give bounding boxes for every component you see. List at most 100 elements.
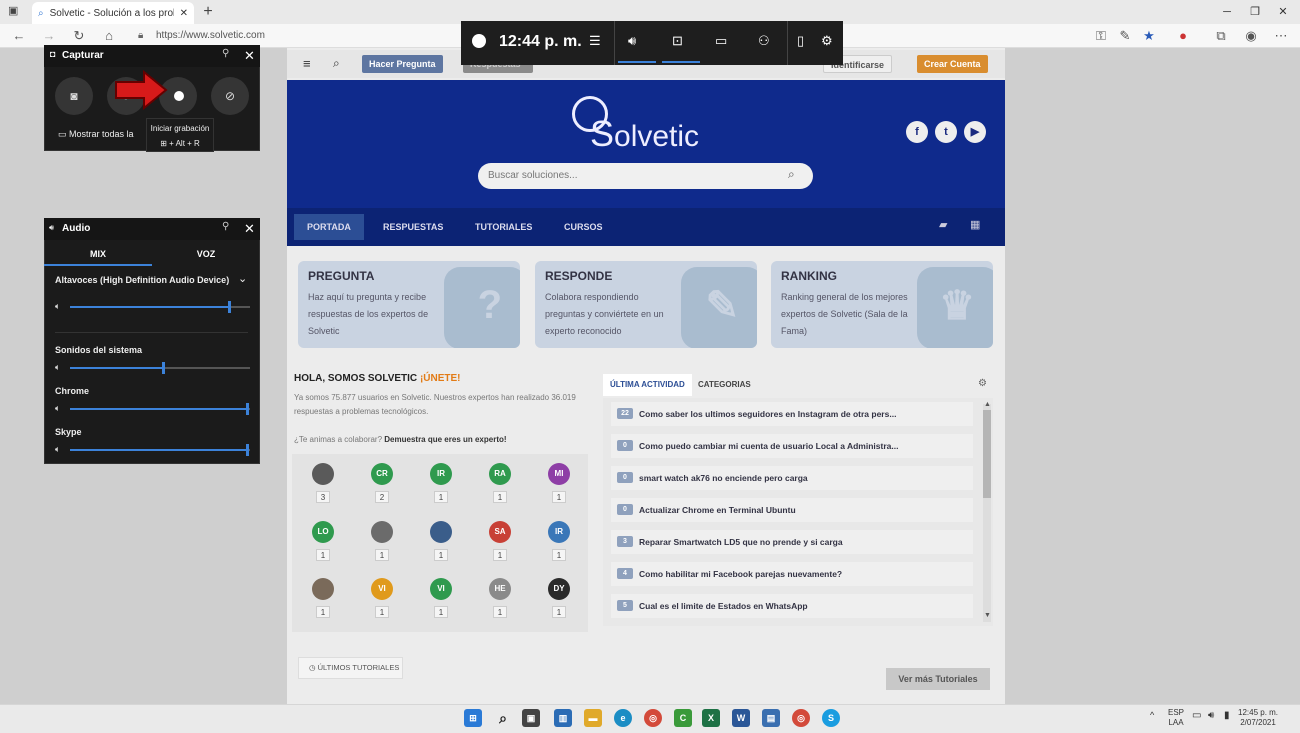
search-taskbar-icon[interactable]: ⌕ bbox=[494, 709, 512, 727]
ask-question-button[interactable]: Hacer Pregunta bbox=[362, 55, 443, 73]
address-bar[interactable]: https://www.solvetic.com bbox=[130, 27, 330, 45]
hamburger-menu-icon[interactable]: ≡ bbox=[303, 56, 311, 71]
close-window-icon[interactable]: ✕ bbox=[1274, 3, 1292, 21]
card-ranking[interactable]: ♛ RANKING Ranking general de los mejores… bbox=[771, 261, 993, 348]
activity-item[interactable]: 0 Como puedo cambiar mi cuenta de usuario… bbox=[611, 434, 973, 458]
nav-portada[interactable]: PORTADA bbox=[294, 214, 364, 240]
windows-start-icon[interactable]: ⊞ bbox=[464, 709, 482, 727]
screenshot-button[interactable]: ◙ bbox=[55, 77, 93, 115]
calendar-icon[interactable]: ▦ bbox=[970, 218, 980, 231]
scrollbar-thumb[interactable] bbox=[983, 410, 991, 498]
slider-thumb[interactable] bbox=[246, 444, 249, 456]
xbox-icon[interactable] bbox=[472, 34, 486, 48]
user-avatar[interactable]: VI 1 bbox=[370, 578, 394, 618]
activity-item[interactable]: 4 Como habilitar mi Facebook parejas nuev… bbox=[611, 562, 973, 586]
user-avatar[interactable]: 3 bbox=[311, 463, 335, 503]
user-avatar[interactable]: 1 bbox=[311, 578, 335, 618]
chevron-down-icon[interactable]: ⌄ bbox=[238, 272, 247, 285]
user-avatar[interactable]: 1 bbox=[429, 521, 453, 561]
user-avatar[interactable]: DY 1 bbox=[547, 578, 571, 618]
folder-icon[interactable]: ▰ bbox=[939, 218, 947, 231]
tab-voz[interactable]: VOZ bbox=[152, 244, 260, 266]
tab-mix[interactable]: MIX bbox=[44, 244, 152, 266]
favorites-icon[interactable]: ★ bbox=[1140, 27, 1158, 45]
taskbar-clock[interactable]: 12:45 p. m. 2/07/2021 bbox=[1238, 708, 1278, 728]
close-icon[interactable]: ✕ bbox=[244, 48, 255, 64]
scroll-down-icon[interactable]: ▼ bbox=[984, 612, 991, 619]
site-logo[interactable]: Solvetic bbox=[570, 95, 730, 154]
extension-icon[interactable]: ● bbox=[1174, 27, 1192, 45]
social-widget-icon[interactable]: ⚇ bbox=[758, 33, 770, 49]
pin-icon[interactable]: ⚲ bbox=[222, 221, 229, 232]
network-icon[interactable]: ▭ bbox=[1192, 710, 1201, 721]
user-avatar[interactable]: CR 2 bbox=[370, 463, 394, 503]
home-icon[interactable]: ⌂ bbox=[100, 27, 118, 45]
nav-respuestas[interactable]: RESPUESTAS bbox=[370, 214, 456, 240]
battery-icon[interactable]: ▮ bbox=[1224, 710, 1230, 721]
settings-icon[interactable]: ⚙ bbox=[821, 33, 833, 49]
activity-item[interactable]: 22 Como saber los ultimos seguidores en I… bbox=[611, 402, 973, 426]
new-tab-icon[interactable]: + bbox=[198, 3, 218, 21]
mic-off-button[interactable]: ⊘ bbox=[211, 77, 249, 115]
user-avatar[interactable]: LO 1 bbox=[311, 521, 335, 561]
minimize-icon[interactable]: ─ bbox=[1218, 3, 1236, 21]
ultimos-tutoriales-tab[interactable]: ◷ ÚLTIMOS TUTORIALES bbox=[298, 657, 403, 679]
app-volume-slider[interactable] bbox=[70, 403, 250, 415]
app-volume-slider[interactable] bbox=[70, 362, 250, 374]
user-avatar[interactable]: 1 bbox=[370, 521, 394, 561]
restore-icon[interactable]: ❐ bbox=[1246, 3, 1264, 21]
word-icon[interactable]: W bbox=[732, 709, 750, 727]
forward-icon[interactable]: → bbox=[40, 27, 58, 45]
site-search-input[interactable]: Buscar soluciones... bbox=[478, 163, 813, 189]
master-volume-slider[interactable] bbox=[70, 301, 250, 313]
youtube-icon[interactable]: ▶ bbox=[964, 121, 986, 143]
expert-link[interactable]: Demuestra que eres un experto! bbox=[384, 435, 506, 444]
excel-icon[interactable]: X bbox=[702, 709, 720, 727]
capture-widget-icon[interactable]: ⊡ bbox=[672, 33, 683, 49]
edit-icon[interactable]: ✎ bbox=[1116, 27, 1134, 45]
reload-icon[interactable]: ↻ bbox=[70, 27, 88, 45]
skype-icon[interactable]: S bbox=[822, 709, 840, 727]
slider-thumb[interactable] bbox=[246, 403, 249, 415]
file-explorer-icon[interactable]: ▬ bbox=[584, 709, 602, 727]
chrome-icon[interactable]: ◎ bbox=[644, 709, 662, 727]
tab-actions-icon[interactable]: ▣ bbox=[8, 4, 18, 17]
tab-categorias[interactable]: CATEGORIAS bbox=[691, 374, 758, 396]
user-avatar[interactable]: SA 1 bbox=[488, 521, 512, 561]
performance-widget-icon[interactable]: ▭ bbox=[715, 33, 727, 49]
widgets-icon[interactable]: ▥ bbox=[554, 709, 572, 727]
mouse-icon[interactable]: ▯ bbox=[797, 33, 804, 49]
gear-icon[interactable]: ⚙ bbox=[978, 378, 987, 389]
activity-item[interactable]: 3 Reparar Smartwatch LD5 que no prende y … bbox=[611, 530, 973, 554]
user-avatar[interactable]: MI 1 bbox=[547, 463, 571, 503]
slider-thumb[interactable] bbox=[161, 362, 165, 374]
chrome-profile-icon[interactable]: ◎ bbox=[792, 709, 810, 727]
search-icon[interactable]: ⌕ bbox=[788, 167, 795, 182]
user-avatar[interactable]: VI 1 bbox=[429, 578, 453, 618]
nav-cursos[interactable]: CURSOS bbox=[551, 214, 616, 240]
close-icon[interactable]: ✕ bbox=[244, 221, 255, 237]
activity-item[interactable]: 0 Actualizar Chrome en Terminal Ubuntu bbox=[611, 498, 973, 522]
slider-thumb[interactable] bbox=[228, 301, 232, 313]
audio-widget-icon[interactable]: 🔊︎ bbox=[628, 33, 636, 49]
ver-mas-tutoriales-button[interactable]: Ver más Tutoriales bbox=[886, 668, 990, 690]
pin-icon[interactable]: ⚲ bbox=[222, 48, 229, 59]
camtasia-icon[interactable]: C bbox=[674, 709, 692, 727]
widget-menu-icon[interactable]: ☰ bbox=[589, 33, 601, 49]
language-indicator[interactable]: ESP LAA bbox=[1168, 708, 1184, 728]
user-avatar[interactable]: IR 1 bbox=[429, 463, 453, 503]
tab-ultima-actividad[interactable]: ÚLTIMA ACTIVIDAD bbox=[603, 374, 692, 396]
volume-tray-icon[interactable]: 🔊︎ bbox=[1208, 710, 1214, 721]
user-avatar[interactable]: HE 1 bbox=[488, 578, 512, 618]
show-all-captures-link[interactable]: ▭ Mostrar todas la bbox=[58, 129, 134, 140]
more-icon[interactable]: ⋯ bbox=[1272, 27, 1290, 45]
notepad-icon[interactable]: ▤ bbox=[762, 709, 780, 727]
site-search-icon[interactable]: ⌕ bbox=[333, 56, 340, 71]
card-responde[interactable]: ✎ RESPONDE Colabora respondiendo pregunt… bbox=[535, 261, 757, 348]
join-link[interactable]: ¡ÚNETE! bbox=[420, 373, 461, 384]
scroll-up-icon[interactable]: ▲ bbox=[984, 401, 991, 408]
key-icon[interactable]: ⚿ bbox=[1092, 27, 1110, 45]
activity-item[interactable]: 5 Cual es el limite de Estados en WhatsAp… bbox=[611, 594, 973, 618]
app-volume-slider[interactable] bbox=[70, 444, 250, 456]
browser-tab[interactable]: ⌕ Solvetic - Solución a los problem ✕ bbox=[32, 2, 194, 24]
